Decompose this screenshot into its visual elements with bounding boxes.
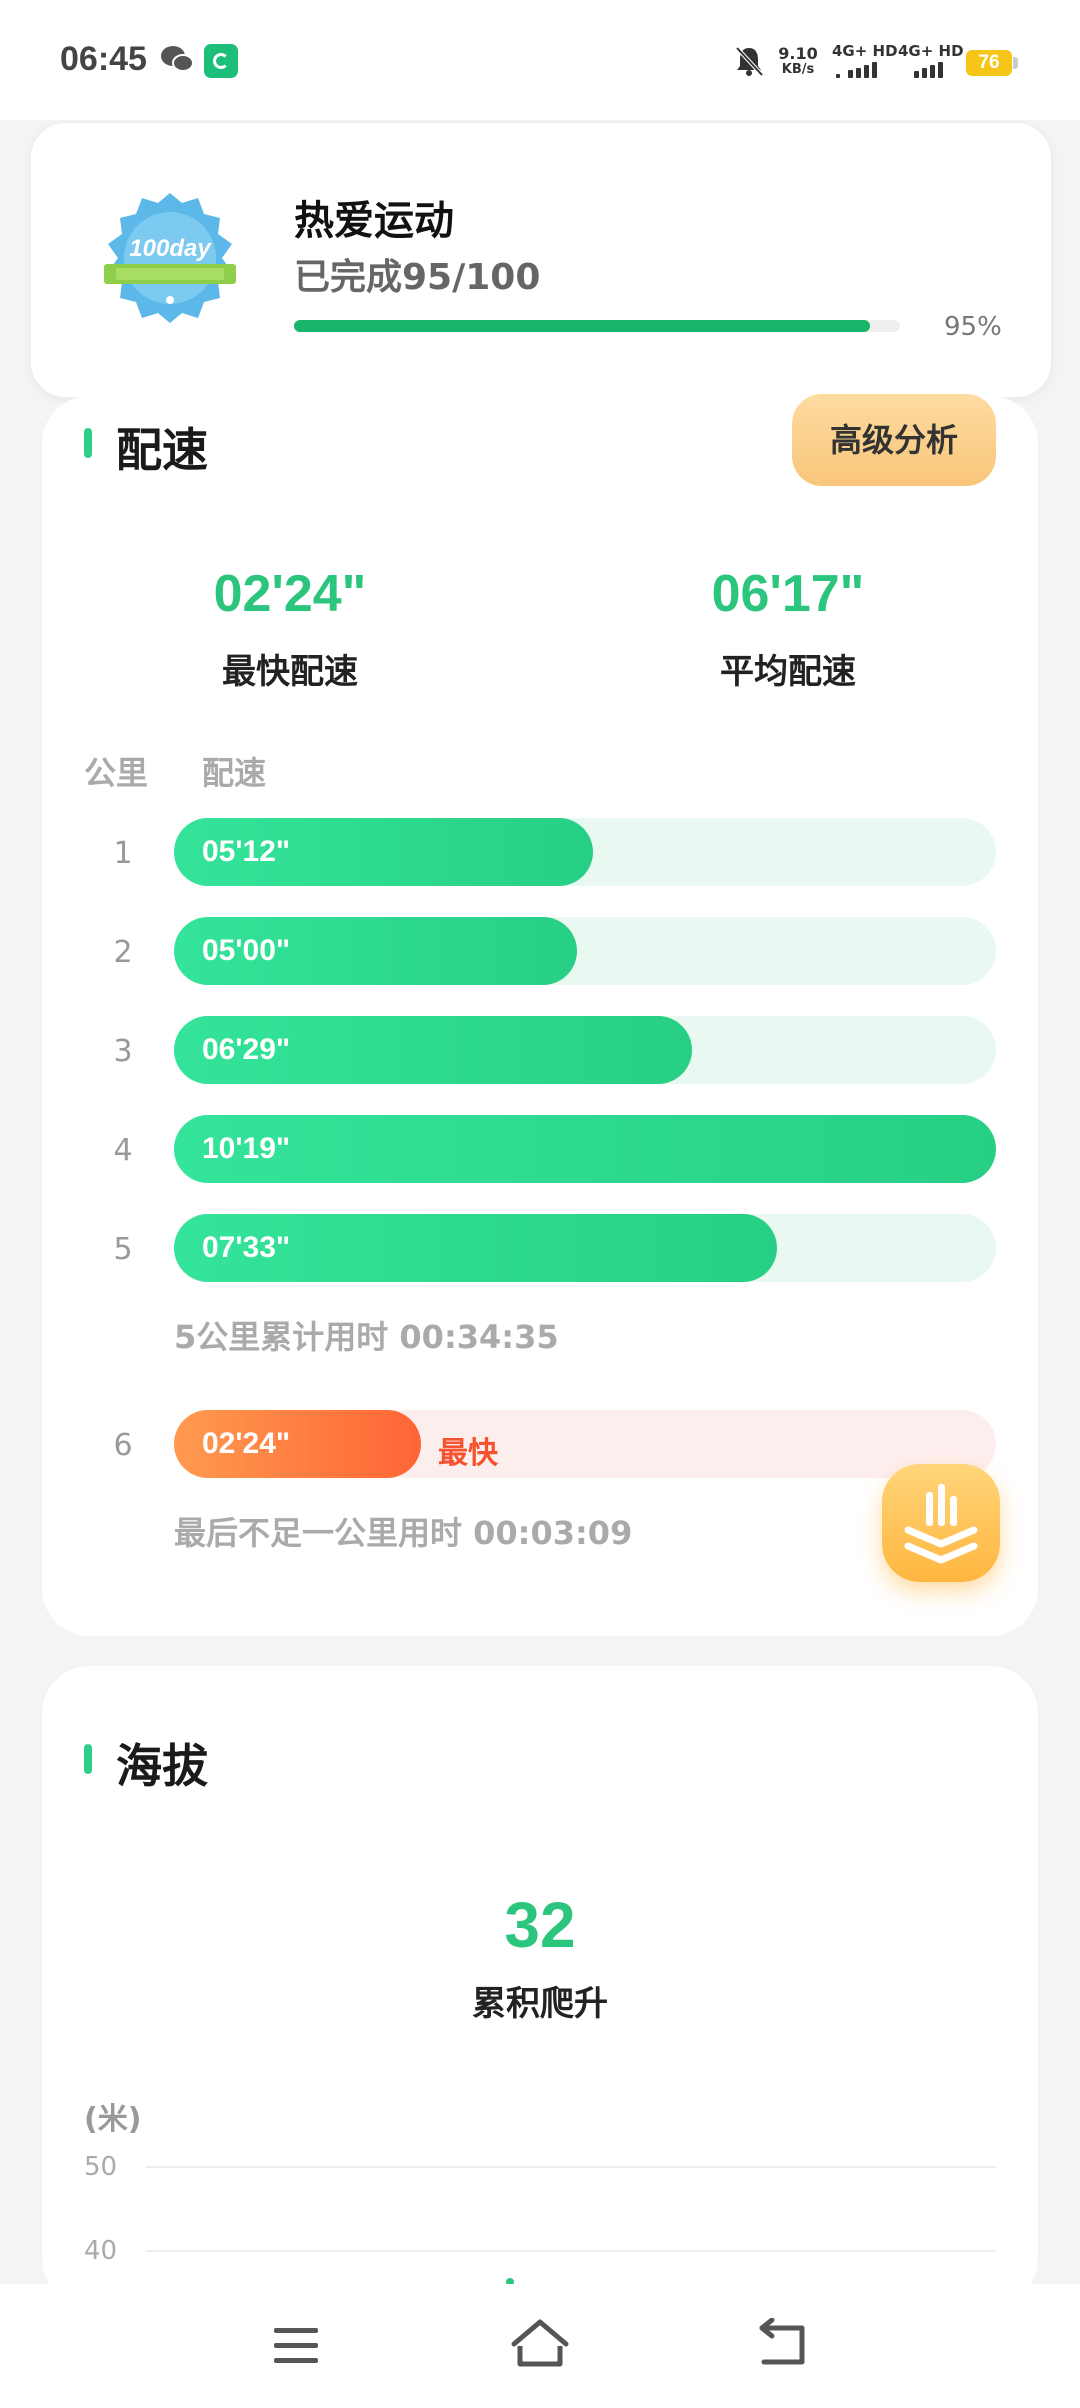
pace-bar-track-last: 02'24"	[174, 1410, 996, 1478]
altitude-grid-line	[146, 2166, 996, 2168]
pace-section-marker	[84, 428, 92, 458]
average-pace-value: 06'17"	[711, 565, 865, 623]
altitude-climb-value: 32	[504, 1889, 576, 1961]
sim1-signal-icon	[836, 62, 886, 78]
status-time: 06:45	[60, 40, 147, 78]
home-icon[interactable]	[508, 2316, 572, 2372]
altitude-section-marker	[84, 1744, 92, 1774]
app-notification-icon	[204, 44, 238, 78]
pace-bar-track: 07'33"	[174, 1214, 996, 1282]
pace-bar-fill-last: 02'24"	[174, 1410, 421, 1478]
achievement-progress-text: 已完成95/100	[294, 257, 541, 298]
pace-bar-fill: 07'33"	[174, 1214, 778, 1282]
pace-bar-value-last: 02'24"	[202, 1427, 291, 1460]
pace-bar-value: 06'29"	[202, 1033, 291, 1066]
pace-bar-fill: 10'19"	[174, 1115, 996, 1183]
achievement-progress-fill	[294, 320, 870, 332]
column-header-pace: 配速	[202, 754, 267, 792]
pace-bar-track: 05'12"	[174, 818, 996, 886]
altitude-unit-label: (米)	[84, 2102, 142, 2137]
pace-row-km: 3	[113, 1034, 133, 1069]
wechat-icon	[161, 46, 194, 72]
status-bar: 06:45 9.10 KB/s 4G+ HD 4G+ HD 76	[0, 0, 1080, 120]
altitude-y-tick: 40	[84, 2236, 118, 2266]
pace-bar-track: 05'00"	[174, 917, 996, 985]
pace-bar-fill: 05'12"	[174, 818, 594, 886]
pace-bar-fill: 05'00"	[174, 917, 577, 985]
sim2-signal-icon	[914, 62, 964, 78]
pace-section-title: 配速	[116, 423, 208, 477]
total-time-note: 5公里累计用时 00:34:35	[174, 1318, 559, 1356]
pace-bar-value: 10'19"	[202, 1132, 291, 1165]
altitude-climb-label: 累积爬升	[472, 1984, 608, 2024]
sim1-label: 4G+ HD	[832, 42, 898, 60]
pace-bar-value: 05'12"	[202, 835, 291, 868]
pace-row-km: 1	[113, 836, 133, 871]
pace-bar-value: 07'33"	[202, 1231, 291, 1264]
sim2-label: 4G+ HD	[898, 42, 964, 60]
altitude-y-tick: 50	[84, 2152, 118, 2182]
net-speed: 9.10 KB/s	[778, 44, 818, 78]
pace-bar-track: 10'19"	[174, 1115, 996, 1183]
system-nav-bar	[0, 2284, 1080, 2408]
battery-icon	[1013, 57, 1018, 69]
pace-row-km: 2	[113, 935, 133, 970]
achievement-progress-percent: 95%	[944, 312, 1002, 342]
fastest-pace-value: 02'24"	[213, 565, 367, 623]
achievement-title: 热爱运动	[294, 198, 454, 244]
fastest-tag: 最快	[438, 1436, 498, 1471]
fastest-pace-label: 最快配速	[222, 652, 358, 692]
pace-row-km: 5	[113, 1232, 133, 1267]
back-icon[interactable]	[754, 2318, 810, 2370]
pace-bar-track: 06'29"	[174, 1016, 996, 1084]
advanced-analysis-button[interactable]: 高级分析	[792, 394, 996, 486]
pace-row-km: 4	[113, 1133, 133, 1168]
average-pace-label: 平均配速	[720, 652, 856, 692]
battery-level: 76	[966, 50, 1012, 76]
pace-bar-value: 05'00"	[202, 934, 291, 967]
altitude-section-title: 海拔	[116, 1739, 208, 1793]
voice-broadcast-button[interactable]	[882, 1464, 1000, 1582]
badge-100day-icon: 100day	[104, 193, 236, 323]
menu-icon[interactable]	[270, 2324, 322, 2368]
mute-bell-icon	[735, 46, 764, 77]
column-header-km: 公里	[84, 754, 149, 792]
pace-bar-fill: 06'29"	[174, 1016, 692, 1084]
svg-text:100day: 100day	[129, 235, 212, 262]
altitude-grid-line	[146, 2250, 996, 2252]
altitude-card: 海拔 32 累积爬升 (米) 50 40	[42, 1666, 1038, 2306]
last-km-note: 最后不足一公里用时 00:03:09	[174, 1514, 633, 1552]
achievement-progress-bar	[294, 320, 900, 332]
broadcast-icon	[904, 1484, 978, 1564]
pace-row-km: 6	[113, 1428, 133, 1463]
